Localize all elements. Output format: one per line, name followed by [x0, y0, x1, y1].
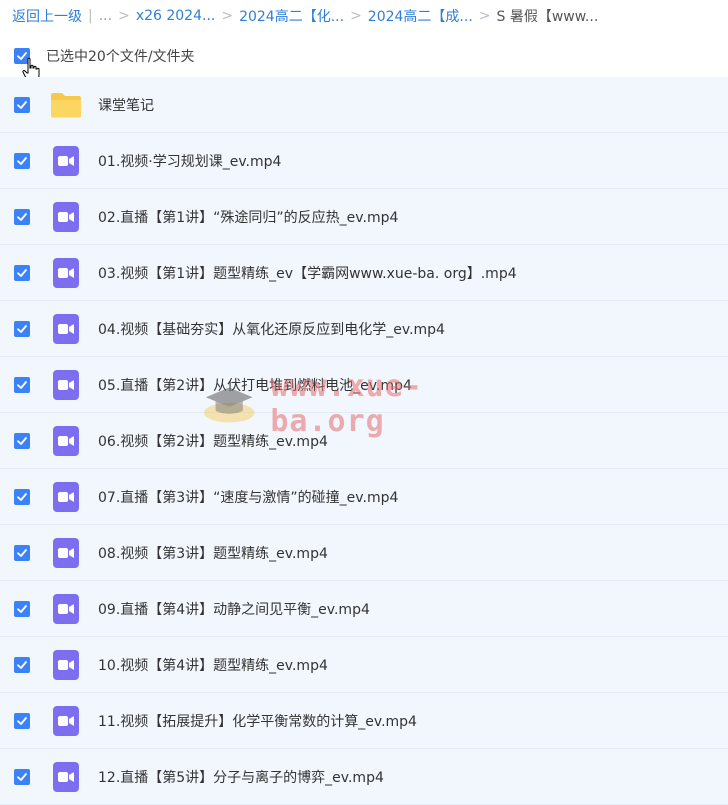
video-file-icon: [50, 201, 82, 233]
selection-bar: 已选中20个文件/文件夹: [0, 36, 728, 76]
row-checkbox[interactable]: [14, 768, 30, 785]
video-file-icon: [50, 313, 82, 345]
row-checkbox[interactable]: [14, 96, 30, 113]
check-icon: [17, 772, 27, 781]
video-file-icon: [50, 481, 82, 513]
check-icon: [17, 100, 27, 109]
breadcrumb: 返回上一级 | ... > x26 2024... > 2024高二【化... …: [0, 0, 728, 32]
check-icon: [17, 436, 27, 445]
row-checkbox[interactable]: [14, 152, 30, 169]
video-file-icon: [50, 257, 82, 289]
chevron-right-icon: >: [350, 8, 362, 24]
file-row[interactable]: 11.视频【拓展提升】化学平衡常数的计算_ev.mp4: [0, 693, 728, 749]
check-icon: [17, 324, 27, 333]
file-row[interactable]: 12.直播【第5讲】分子与离子的博弈_ev.mp4: [0, 749, 728, 805]
file-name[interactable]: 04.视频【基础夯实】从氧化还原反应到电化学_ev.mp4: [98, 319, 445, 339]
file-row[interactable]: 03.视频【第1讲】题型精练_ev【学霸网www.xue-ba. org】.mp…: [0, 245, 728, 301]
selection-count: 已选中20个文件/文件夹: [46, 49, 195, 65]
file-row[interactable]: 07.直播【第3讲】“速度与激情”的碰撞_ev.mp4: [0, 469, 728, 525]
file-name[interactable]: 06.视频【第2讲】题型精练_ev.mp4: [98, 431, 328, 451]
check-icon: [17, 156, 27, 165]
row-checkbox[interactable]: [14, 264, 30, 281]
check-icon: [17, 268, 27, 277]
breadcrumb-item[interactable]: x26 2024...: [136, 8, 216, 24]
check-icon: [17, 380, 27, 389]
check-icon: [17, 660, 27, 669]
folder-icon: [50, 89, 82, 121]
row-checkbox[interactable]: [14, 320, 30, 337]
breadcrumb-current: S 暑假【www...: [496, 9, 599, 25]
chevron-right-icon: >: [221, 8, 234, 24]
file-row[interactable]: 02.直播【第1讲】“殊途同归”的反应热_ev.mp4: [0, 189, 728, 245]
file-name[interactable]: 12.直播【第5讲】分子与离子的博弈_ev.mp4: [98, 767, 384, 787]
file-name[interactable]: 05.直播【第2讲】从伏打电堆到燃料电池_ev.mp4: [98, 375, 412, 395]
file-list: 课堂笔记 01.视频·学习规划课_ev.mp4 02.直播【第1讲】“殊途同归”的反…: [0, 77, 728, 805]
file-name[interactable]: 03.视频【第1讲】题型精练_ev【学霸网www.xue-ba. org】.mp…: [98, 263, 517, 283]
file-row[interactable]: 10.视频【第4讲】题型精练_ev.mp4: [0, 637, 728, 693]
file-name[interactable]: 11.视频【拓展提升】化学平衡常数的计算_ev.mp4: [98, 711, 417, 731]
video-file-icon: [50, 761, 82, 793]
breadcrumb-item[interactable]: 2024高二【化...: [239, 6, 344, 26]
file-row[interactable]: 04.视频【基础夯实】从氧化还原反应到电化学_ev.mp4: [0, 301, 728, 357]
video-file-icon: [50, 425, 82, 457]
video-file-icon: [50, 649, 82, 681]
file-name[interactable]: 08.视频【第3讲】题型精练_ev.mp4: [98, 543, 328, 563]
file-name[interactable]: 10.视频【第4讲】题型精练_ev.mp4: [98, 655, 328, 675]
file-name[interactable]: 09.直播【第4讲】动静之间见平衡_ev.mp4: [98, 599, 370, 619]
row-checkbox[interactable]: [14, 376, 30, 393]
file-row[interactable]: 09.直播【第4讲】动静之间见平衡_ev.mp4: [0, 581, 728, 637]
separator: |: [88, 8, 93, 24]
back-link[interactable]: 返回上一级: [12, 6, 82, 26]
file-row[interactable]: 08.视频【第3讲】题型精练_ev.mp4: [0, 525, 728, 581]
breadcrumb-item[interactable]: 2024高二【成...: [368, 6, 473, 26]
row-checkbox[interactable]: [14, 656, 30, 673]
file-name[interactable]: 课堂笔记: [98, 95, 154, 115]
file-row[interactable]: 01.视频·学习规划课_ev.mp4: [0, 133, 728, 189]
row-checkbox[interactable]: [14, 488, 30, 505]
row-checkbox[interactable]: [14, 432, 30, 449]
row-checkbox[interactable]: [14, 712, 30, 729]
row-checkbox[interactable]: [14, 544, 30, 561]
file-name[interactable]: 01.视频·学习规划课_ev.mp4: [98, 151, 281, 171]
check-icon: [17, 716, 27, 725]
row-checkbox[interactable]: [14, 208, 30, 225]
video-file-icon: [50, 593, 82, 625]
check-icon: [17, 212, 27, 221]
chevron-right-icon: >: [478, 8, 491, 24]
file-row[interactable]: 06.视频【第2讲】题型精练_ev.mp4: [0, 413, 728, 469]
check-icon: [17, 492, 27, 501]
chevron-right-icon: >: [118, 8, 130, 24]
breadcrumb-ellipsis[interactable]: ...: [99, 8, 112, 24]
video-file-icon: [50, 369, 82, 401]
file-name[interactable]: 07.直播【第3讲】“速度与激情”的碰撞_ev.mp4: [98, 487, 398, 507]
file-row[interactable]: 05.直播【第2讲】从伏打电堆到燃料电池_ev.mp4: [0, 357, 728, 413]
check-icon: [17, 548, 27, 557]
video-file-icon: [50, 145, 82, 177]
folder-row[interactable]: 课堂笔记: [0, 77, 728, 133]
row-checkbox[interactable]: [14, 600, 30, 617]
file-name[interactable]: 02.直播【第1讲】“殊途同归”的反应热_ev.mp4: [98, 207, 398, 227]
check-icon: [17, 604, 27, 613]
video-file-icon: [50, 537, 82, 569]
video-file-icon: [50, 705, 82, 737]
